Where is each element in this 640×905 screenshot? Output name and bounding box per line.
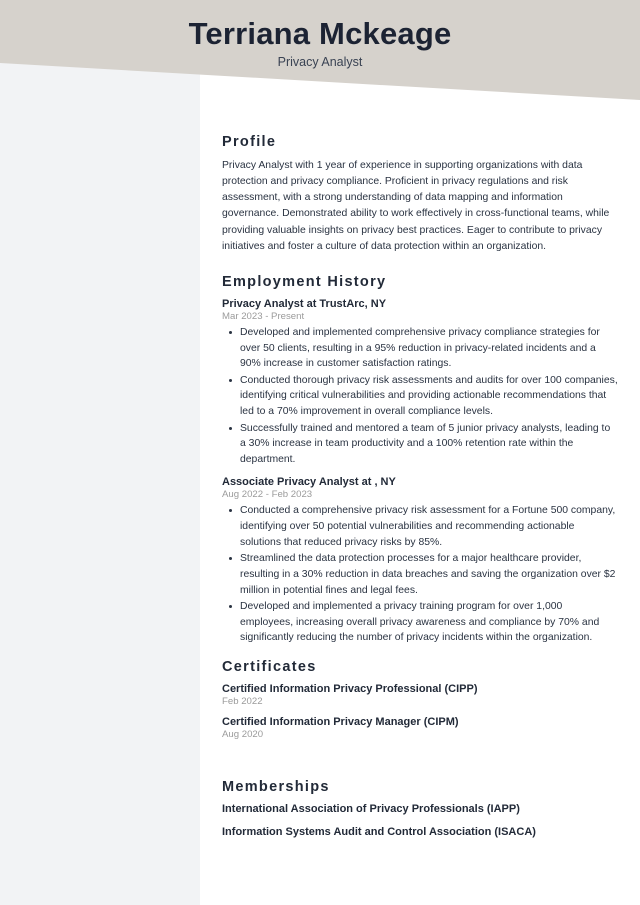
job-bullet: Conducted a comprehensive privacy risk a… bbox=[229, 503, 618, 550]
job-bullet: Streamlined the data protection processe… bbox=[229, 551, 618, 598]
job-bullet: Successfully trained and mentored a team… bbox=[229, 421, 618, 468]
job-bullet-list: Developed and implemented comprehensive … bbox=[222, 325, 618, 467]
memberships-list: International Association of Privacy Pro… bbox=[222, 803, 618, 838]
certificate-item: Certified Information Privacy Manager (C… bbox=[222, 716, 618, 740]
job-bullet: Developed and implemented comprehensive … bbox=[229, 325, 618, 372]
certificate-date: Aug 2020 bbox=[222, 729, 264, 740]
certificates-heading: Certificates bbox=[222, 659, 317, 675]
memberships-section: Memberships International Association of… bbox=[222, 779, 618, 849]
job-title: Associate Privacy Analyst at , NY bbox=[222, 476, 396, 489]
profile-text: Privacy Analyst with 1 year of experienc… bbox=[222, 160, 610, 252]
job-bullet-list: Conducted a comprehensive privacy risk a… bbox=[222, 503, 618, 645]
membership-item: International Association of Privacy Pro… bbox=[222, 803, 520, 815]
job-bullet: Developed and implemented a privacy trai… bbox=[229, 599, 618, 646]
job-date: Mar 2023 - Present bbox=[222, 311, 305, 322]
jobs-list: Privacy Analyst at TrustArc, NY Mar 2023 … bbox=[222, 298, 618, 646]
certificates-list: Certified Information Privacy Profession… bbox=[222, 683, 618, 740]
memberships-heading: Memberships bbox=[222, 779, 330, 795]
certificate-item: Certified Information Privacy Profession… bbox=[222, 683, 618, 707]
profile-section: Profile Privacy Analyst with 1 year of e… bbox=[222, 134, 618, 255]
profile-heading: Profile bbox=[222, 134, 277, 150]
certificate-name: Certified Information Privacy Manager (C… bbox=[222, 716, 459, 728]
job-date: Aug 2022 - Feb 2023 bbox=[222, 489, 313, 501]
sidebar-column bbox=[0, 0, 200, 905]
certificate-name: Certified Information Privacy Profession… bbox=[222, 683, 478, 695]
certificates-section: Certificates Certified Information Priva… bbox=[222, 659, 618, 749]
membership-item: Information Systems Audit and Control As… bbox=[222, 826, 536, 838]
certificate-date: Feb 2022 bbox=[222, 696, 263, 707]
job-entry: Privacy Analyst at TrustArc, NY Mar 2023 … bbox=[222, 298, 618, 467]
job-title: Privacy Analyst at TrustArc, NY bbox=[222, 298, 387, 310]
job-bullet: Conducted thorough privacy risk assessme… bbox=[229, 373, 618, 420]
employment-section: Employment History Privacy Analyst at Tr… bbox=[222, 274, 618, 655]
employment-heading: Employment History bbox=[222, 274, 387, 290]
job-entry: Associate Privacy Analyst at , NY Aug 202… bbox=[222, 476, 618, 645]
resume-page: Terriana Mckeage Privacy Analyst terrian… bbox=[0, 0, 640, 905]
